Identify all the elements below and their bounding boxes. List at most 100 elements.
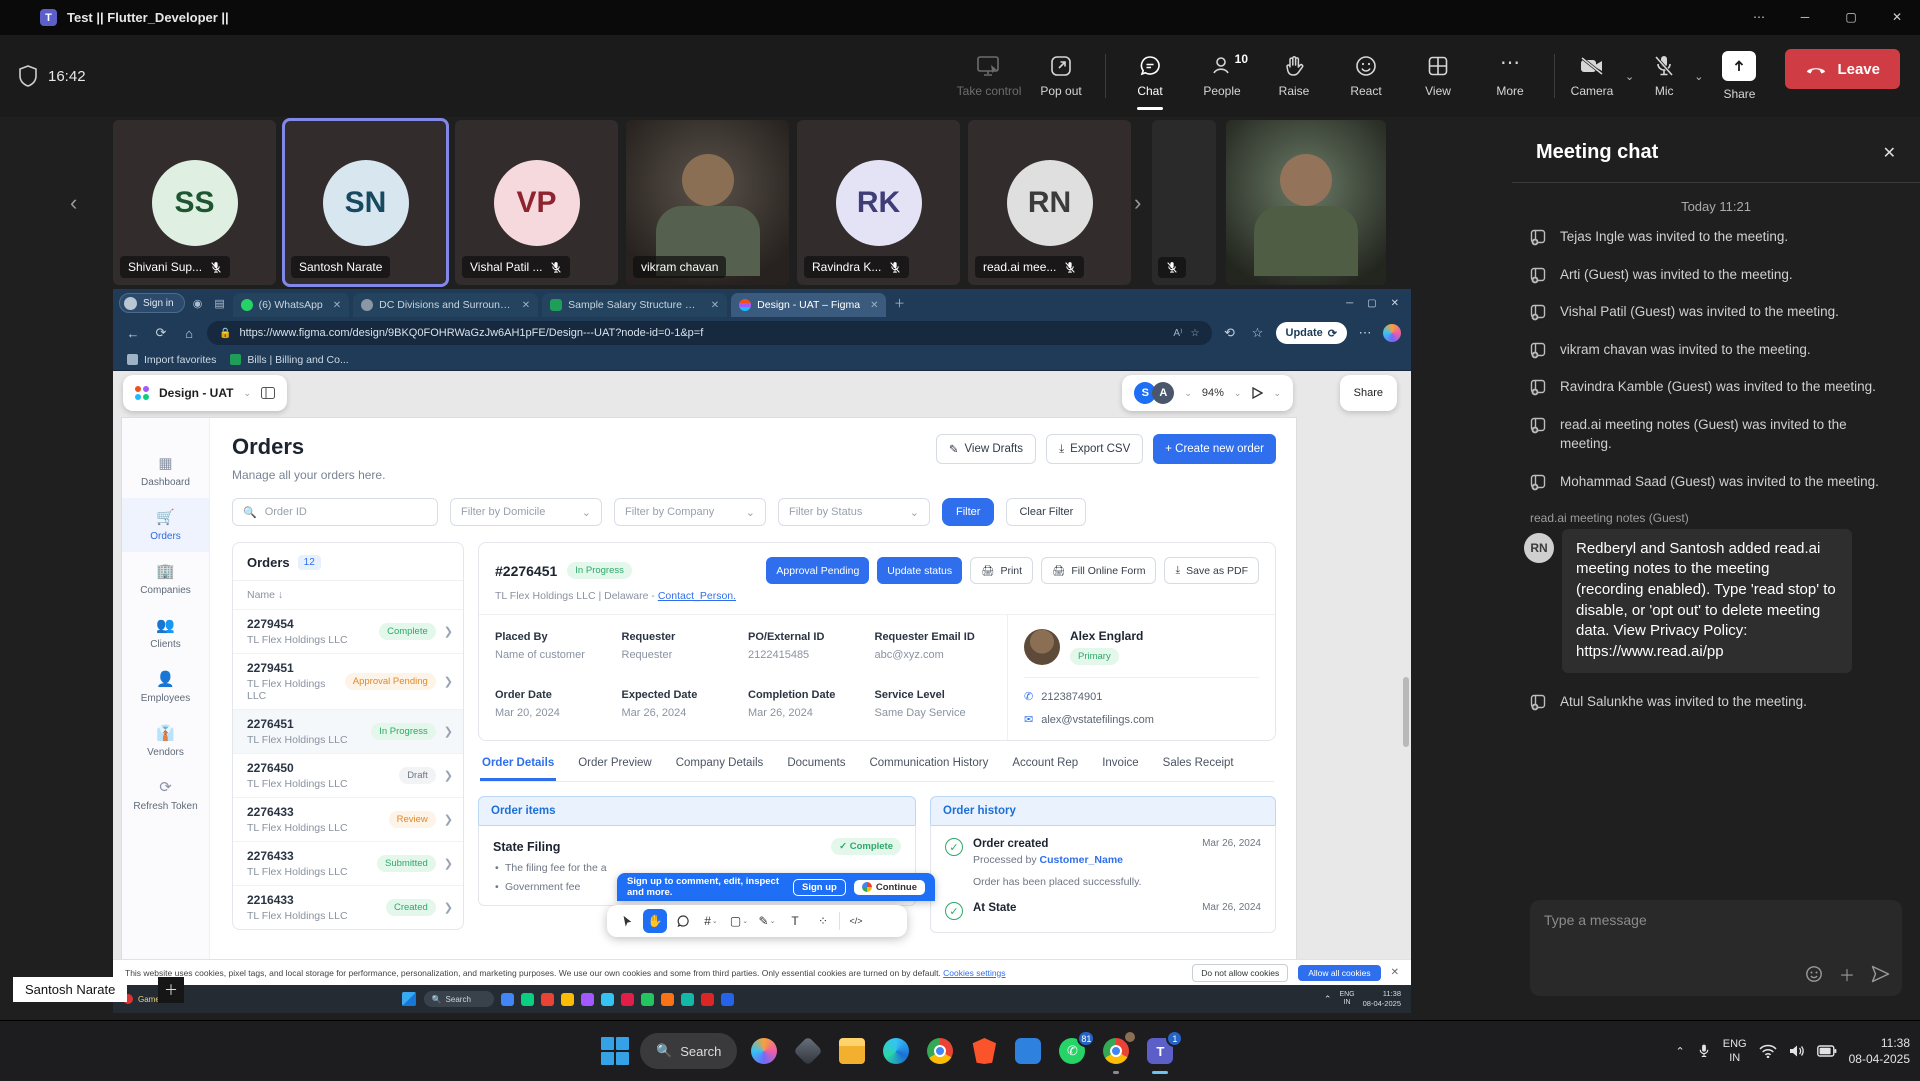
order-list-row[interactable]: 2279451TL Flex Holdings LLC Approval Pen… <box>233 653 463 709</box>
speaker-icon[interactable] <box>1789 1044 1805 1058</box>
actions-tool-icon[interactable]: ⁘ <box>811 909 835 933</box>
avatars-chevron-icon[interactable]: ⌄ <box>1184 388 1192 399</box>
participant-tile-active-speaker[interactable]: SN Santosh Narate <box>284 120 447 285</box>
inner-app-icon[interactable] <box>601 993 614 1006</box>
sidebar-item-refresh-token[interactable]: ⟳ Refresh Token <box>122 768 209 822</box>
contact-phone[interactable]: 2123874901 <box>1041 691 1102 703</box>
filter-status-select[interactable]: Filter by Status⌄ <box>778 498 930 526</box>
tab-actions-icon[interactable]: ▤ <box>211 297 229 310</box>
export-csv-button[interactable]: ⤓Export CSV <box>1046 434 1143 464</box>
tab-close-icon[interactable]: ✕ <box>333 300 341 311</box>
zoom-chevron-icon[interactable]: ⌄ <box>1234 388 1242 399</box>
inner-app-icon[interactable] <box>581 993 594 1006</box>
browser-close-icon[interactable]: ✕ <box>1391 298 1399 309</box>
cookie-close-icon[interactable]: ✕ <box>1391 967 1399 978</box>
tab-order-preview[interactable]: Order Preview <box>576 757 654 781</box>
participant-tile[interactable]: SS Shivani Sup... <box>113 120 276 285</box>
taskbar-teams-icon[interactable]: T 1 <box>1143 1034 1177 1068</box>
inner-start-icon[interactable] <box>402 992 416 1006</box>
react-button[interactable]: React <box>1330 54 1402 98</box>
taskbar-chrome-profile-icon[interactable] <box>1099 1034 1133 1068</box>
cookies-settings-link[interactable]: Cookies settings <box>943 968 1005 978</box>
start-button-icon[interactable] <box>600 1036 630 1066</box>
canvas-scrollbar[interactable] <box>1403 677 1409 747</box>
strip-prev-icon[interactable]: ‹ <box>70 190 77 216</box>
sidebar-item-companies[interactable]: 🏢 Companies <box>122 552 209 606</box>
signup-button[interactable]: Sign up <box>793 879 846 896</box>
mic-button[interactable]: Mic <box>1638 54 1690 98</box>
fill-online-form-button[interactable]: 🖨Fill Online Form <box>1041 557 1156 584</box>
inner-app-icon[interactable] <box>661 993 674 1006</box>
copilot-icon[interactable] <box>1383 324 1401 342</box>
pop-out-button[interactable]: Pop out <box>1025 54 1097 98</box>
filter-company-select[interactable]: Filter by Company⌄ <box>614 498 766 526</box>
order-list-row-selected[interactable]: 2276451TL Flex Holdings LLC In Progress❯ <box>233 709 463 753</box>
inner-language-indicator[interactable]: ENGIN <box>1339 991 1354 1008</box>
taskbar-chrome-icon[interactable] <box>923 1034 957 1068</box>
sidebar-item-clients[interactable]: 👥 Clients <box>122 606 209 660</box>
minimize-icon[interactable]: ─ <box>1782 0 1828 35</box>
refresh-icon[interactable]: ⟳ <box>151 325 171 341</box>
inner-app-icon[interactable] <box>541 993 554 1006</box>
new-tab-icon[interactable]: ＋ <box>890 295 908 311</box>
view-button[interactable]: View <box>1402 54 1474 98</box>
customer-name-link[interactable]: Customer_Name <box>1040 854 1123 866</box>
order-list-row[interactable]: 2279454TL Flex Holdings LLC Complete❯ <box>233 609 463 653</box>
chat-close-icon[interactable]: ✕ <box>1883 143 1896 163</box>
tab-order-details[interactable]: Order Details <box>480 757 556 781</box>
leave-button[interactable]: Leave <box>1785 49 1900 89</box>
maximize-icon[interactable]: ▢ <box>1828 0 1874 35</box>
titlebar-more-icon[interactable]: ⋯ <box>1736 0 1782 35</box>
allow-cookies-button[interactable]: Allow all cookies <box>1298 965 1380 981</box>
bookmark-bills-billing[interactable]: Bills | Billing and Co... <box>230 354 348 366</box>
workspaces-icon[interactable]: ◉ <box>189 297 207 310</box>
browser-minimize-icon[interactable]: ─ <box>1346 298 1353 309</box>
order-list-row[interactable]: 2276433TL Flex Holdings LLC Review❯ <box>233 797 463 841</box>
layout-panel-icon[interactable] <box>261 387 275 399</box>
inner-app-icon[interactable] <box>621 993 634 1006</box>
sidebar-item-dashboard[interactable]: ▦ Dashboard <box>122 444 209 498</box>
participant-tile-partial[interactable] <box>1152 120 1216 285</box>
send-icon[interactable] <box>1871 965 1890 983</box>
back-icon[interactable]: ← <box>123 326 143 341</box>
inner-app-icon[interactable] <box>701 993 714 1006</box>
browser-tab[interactable]: Sample Salary Structure with calc✕ <box>542 293 727 317</box>
google-continue-button[interactable]: Continue <box>854 880 925 895</box>
taskbar-whatsapp-icon[interactable]: ✆ 81 <box>1055 1034 1089 1068</box>
read-aloud-icon[interactable]: A⁾ <box>1173 328 1182 339</box>
participant-tile-video[interactable] <box>1226 120 1386 285</box>
taskbar-edge-icon[interactable] <box>879 1034 913 1068</box>
tab-documents[interactable]: Documents <box>785 757 847 781</box>
browser-tab-active[interactable]: Design - UAT – Figma✕ <box>731 293 886 317</box>
view-drafts-button[interactable]: ✎View Drafts <box>936 434 1036 464</box>
collaborator-avatar[interactable]: A <box>1152 382 1174 404</box>
create-new-order-button[interactable]: + Create new order <box>1153 434 1276 464</box>
save-as-pdf-button[interactable]: ⤓Save as PDF <box>1164 557 1259 584</box>
browser-maximize-icon[interactable]: ▢ <box>1367 298 1376 309</box>
camera-options-chevron-icon[interactable]: ⌄ <box>1625 70 1634 83</box>
taskbar-app-icon[interactable] <box>791 1034 825 1068</box>
people-button[interactable]: 10 People <box>1186 54 1258 98</box>
camera-button[interactable]: Camera <box>1563 54 1621 98</box>
move-tool-icon[interactable] <box>615 909 639 933</box>
present-icon[interactable] <box>1251 387 1263 399</box>
clear-filter-button[interactable]: Clear Filter <box>1006 498 1086 526</box>
browser-essentials-icon[interactable]: ⟲ <box>1220 325 1240 341</box>
approval-pending-button[interactable]: Approval Pending <box>766 557 869 584</box>
order-list-row[interactable]: 2276450TL Flex Holdings LLC Draft❯ <box>233 753 463 797</box>
update-browser-button[interactable]: Update ⟳ <box>1276 322 1348 344</box>
present-chevron-icon[interactable]: ⌄ <box>1273 388 1281 399</box>
zoom-level[interactable]: 94% <box>1202 387 1224 399</box>
chat-button[interactable]: Chat <box>1114 54 1186 98</box>
inner-app-icon[interactable] <box>641 993 654 1006</box>
browser-tab[interactable]: (6) WhatsApp✕ <box>233 293 350 317</box>
participant-tile[interactable]: VP Vishal Patil ... <box>455 120 618 285</box>
contact-email[interactable]: alex@vstatefilings.com <box>1041 714 1154 726</box>
doc-chevron-icon[interactable]: ⌄ <box>243 388 251 399</box>
participant-tile[interactable]: RK Ravindra K... <box>797 120 960 285</box>
wifi-icon[interactable] <box>1759 1044 1777 1058</box>
sidebar-item-employees[interactable]: 👤 Employees <box>122 660 209 714</box>
tray-mic-icon[interactable] <box>1697 1042 1711 1060</box>
battery-icon[interactable] <box>1817 1045 1837 1057</box>
language-indicator[interactable]: ENGIN <box>1723 1037 1747 1066</box>
